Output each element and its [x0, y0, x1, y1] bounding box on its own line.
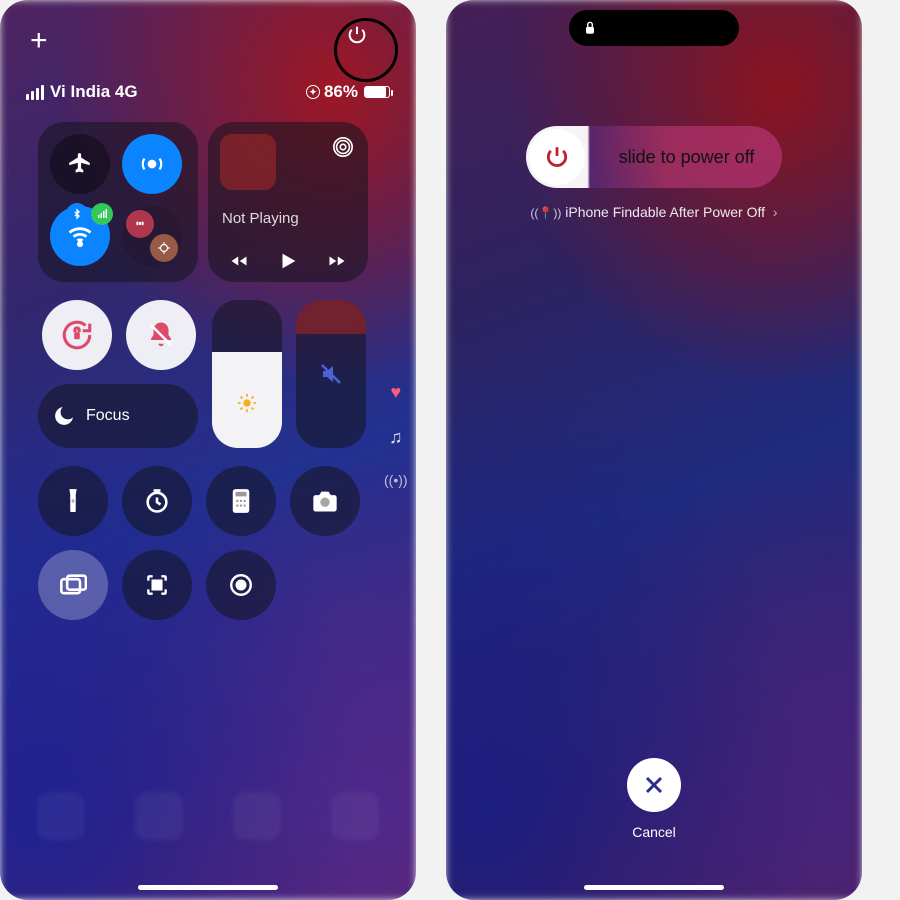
- battery-icon: [364, 86, 390, 98]
- hotspot-toggle[interactable]: [126, 210, 154, 238]
- status-bar: Vi India 4G ✦ 86%: [0, 82, 416, 102]
- moon-icon: [52, 404, 76, 428]
- slide-to-power-off[interactable]: slide to power off: [526, 126, 782, 188]
- forward-button[interactable]: [325, 252, 349, 270]
- code-scanner-button[interactable]: [122, 550, 192, 620]
- slide-label: slide to power off: [585, 147, 782, 168]
- airplane-mode-toggle[interactable]: [50, 134, 110, 194]
- screen-mirroring-button[interactable]: [38, 550, 108, 620]
- battery-percent: 86%: [324, 82, 358, 102]
- cancel-button[interactable]: [627, 758, 681, 812]
- volume-level-indicator: [296, 300, 366, 334]
- add-controls-button[interactable]: +: [30, 26, 48, 56]
- accessory-icons: ♥ ♫ ((•)): [384, 382, 408, 488]
- silent-mode-toggle[interactable]: [126, 300, 196, 370]
- satellite-toggle[interactable]: [150, 234, 178, 262]
- home-indicator[interactable]: [138, 885, 278, 890]
- media-panel[interactable]: Not Playing: [208, 122, 368, 282]
- not-playing-label: Not Playing: [222, 210, 299, 227]
- play-button[interactable]: [277, 250, 299, 272]
- connectivity-extra[interactable]: [122, 206, 182, 266]
- rotation-lock-toggle[interactable]: [42, 300, 112, 370]
- utility-buttons: [38, 466, 360, 620]
- airdrop-toggle[interactable]: [122, 134, 182, 194]
- rewind-button[interactable]: [227, 252, 251, 270]
- screen-record-button[interactable]: [206, 550, 276, 620]
- speaker-muted-icon: [319, 362, 343, 386]
- focus-label: Focus: [86, 407, 130, 425]
- camera-button[interactable]: [290, 466, 360, 536]
- signal-bars-icon: [26, 85, 44, 100]
- home-indicator[interactable]: [584, 885, 724, 890]
- shortcuts-status-icon: ✦: [306, 85, 320, 99]
- power-off-screen: slide to power off ((📍)) iPhone Findable…: [446, 0, 862, 900]
- cellular-data-toggle[interactable]: [91, 203, 113, 225]
- bluetooth-toggle[interactable]: [66, 203, 88, 225]
- album-art-placeholder: [220, 134, 276, 190]
- calculator-button[interactable]: [206, 466, 276, 536]
- findable-text: iPhone Findable After Power Off: [565, 204, 765, 220]
- flashlight-button[interactable]: [38, 466, 108, 536]
- find-my-icon: ((📍)): [530, 206, 561, 220]
- music-note-icon[interactable]: ♫: [389, 427, 403, 448]
- cancel-label: Cancel: [446, 824, 862, 840]
- focus-toggle[interactable]: Focus: [38, 384, 198, 448]
- wifi-toggle[interactable]: [50, 206, 110, 266]
- sound-recognition-icon[interactable]: ((•)): [384, 472, 408, 488]
- dock-apps-blurred: [0, 792, 416, 840]
- sun-icon: [236, 392, 258, 414]
- heart-icon[interactable]: ♥: [390, 382, 401, 403]
- power-off-knob[interactable]: [529, 129, 585, 185]
- lock-icon: [583, 20, 597, 36]
- findable-link[interactable]: ((📍)) iPhone Findable After Power Off ›: [446, 204, 862, 220]
- connectivity-panel[interactable]: [38, 122, 198, 282]
- power-icon: [544, 144, 570, 170]
- dynamic-island: [569, 10, 739, 46]
- airplay-button[interactable]: [332, 136, 354, 158]
- carrier-label: Vi India 4G: [50, 82, 138, 102]
- control-center-screen: + Vi India 4G ✦ 86%: [0, 0, 416, 900]
- volume-slider[interactable]: [296, 300, 366, 448]
- close-icon: [642, 773, 666, 797]
- chevron-right-icon: ›: [773, 204, 778, 220]
- timer-button[interactable]: [122, 466, 192, 536]
- brightness-slider[interactable]: [212, 300, 282, 448]
- annotation-circle: [334, 18, 398, 82]
